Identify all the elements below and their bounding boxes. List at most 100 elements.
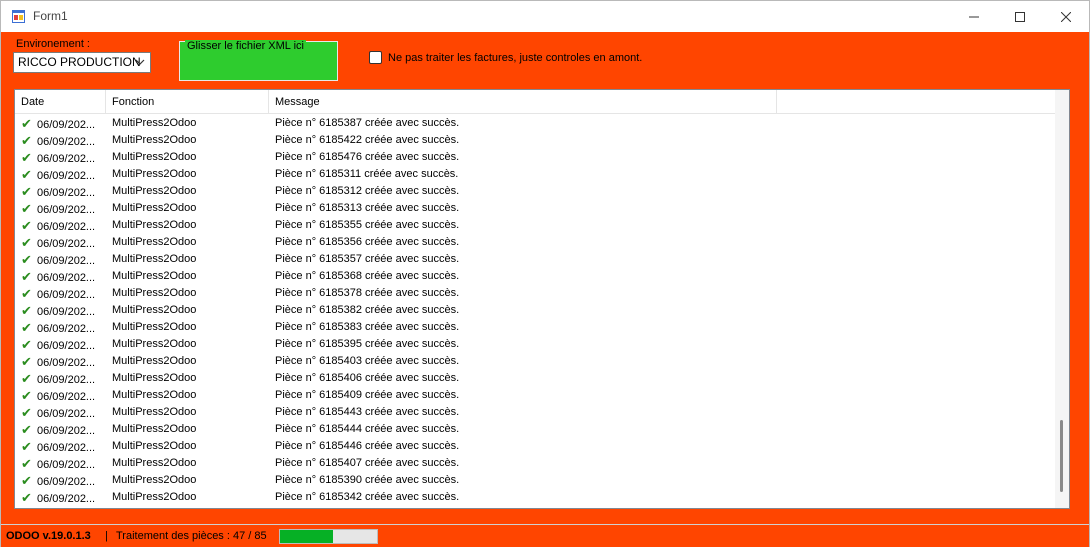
log-date-text: 06/09/202... bbox=[37, 306, 96, 318]
log-message: Pièce n° 6185443 créée avec succès. bbox=[275, 406, 460, 418]
minimize-button[interactable] bbox=[951, 1, 997, 32]
list-item[interactable]: ✔ 06/09/202... MultiPress2Odoo Pièce n° 618… bbox=[15, 353, 1055, 370]
log-function: MultiPress2Odoo bbox=[112, 423, 197, 435]
log-message: Pièce n° 6185357 créée avec succès. bbox=[275, 253, 460, 265]
log-function: MultiPress2Odoo bbox=[112, 389, 197, 401]
column-header-function[interactable]: Fonction bbox=[106, 90, 269, 114]
checkmark-icon: ✔ bbox=[21, 150, 32, 165]
list-item[interactable]: ✔ 06/09/202... MultiPress2Odoo Pièce n° 618… bbox=[15, 387, 1055, 404]
checkmark-icon: ✔ bbox=[21, 456, 32, 471]
log-message: Pièce n° 6185311 créée avec succès. bbox=[275, 168, 459, 180]
log-message: Pièce n° 6185403 créée avec succès. bbox=[275, 355, 460, 367]
controls-only-option[interactable]: Ne pas traiter les factures, juste contr… bbox=[369, 51, 642, 64]
list-item[interactable]: ✔ 06/09/202... MultiPress2Odoo Pièce n° 618… bbox=[15, 370, 1055, 387]
maximize-button[interactable] bbox=[997, 1, 1043, 32]
log-function: MultiPress2Odoo bbox=[112, 321, 197, 333]
log-date-text: 06/09/202... bbox=[37, 374, 96, 386]
log-message: Pièce n° 6185387 créée avec succès. bbox=[275, 117, 460, 129]
checkmark-icon: ✔ bbox=[21, 235, 32, 250]
checkmark-icon: ✔ bbox=[21, 388, 32, 403]
environment-select[interactable]: RICCO PRODUCTION bbox=[13, 52, 151, 73]
log-date-text: 06/09/202... bbox=[37, 119, 96, 131]
log-date-text: 06/09/202... bbox=[37, 476, 96, 488]
list-item[interactable]: ✔ 06/09/202... MultiPress2Odoo Pièce n° 618… bbox=[15, 149, 1055, 166]
list-item[interactable]: ✔ 06/09/202... MultiPress2Odoo Pièce n° 618… bbox=[15, 438, 1055, 455]
checkmark-icon: ✔ bbox=[21, 218, 32, 233]
checkmark-icon: ✔ bbox=[21, 184, 32, 199]
log-date-text: 06/09/202... bbox=[37, 408, 96, 420]
log-function: MultiPress2Odoo bbox=[112, 304, 197, 316]
controls-only-checkbox[interactable] bbox=[369, 51, 382, 64]
list-item[interactable]: ✔ 06/09/202... MultiPress2Odoo Pièce n° 618… bbox=[15, 183, 1055, 200]
log-function: MultiPress2Odoo bbox=[112, 236, 197, 248]
close-button[interactable] bbox=[1043, 1, 1089, 32]
list-item[interactable]: ✔ 06/09/202... MultiPress2Odoo Pièce n° 618… bbox=[15, 404, 1055, 421]
log-date-text: 06/09/202... bbox=[37, 187, 96, 199]
log-function: MultiPress2Odoo bbox=[112, 406, 197, 418]
log-date-text: 06/09/202... bbox=[37, 357, 96, 369]
list-item[interactable]: ✔ 06/09/202... MultiPress2Odoo Pièce n° 618… bbox=[15, 285, 1055, 302]
list-item[interactable]: ✔ 06/09/202... MultiPress2Odoo Pièce n° 618… bbox=[15, 234, 1055, 251]
checkmark-icon: ✔ bbox=[21, 320, 32, 335]
log-function: MultiPress2Odoo bbox=[112, 355, 197, 367]
vertical-scrollbar[interactable] bbox=[1055, 90, 1069, 508]
app-window: Form1 Environement : RICCO PRODUCTION Gl… bbox=[0, 0, 1090, 547]
checkmark-icon: ✔ bbox=[21, 286, 32, 301]
list-item[interactable]: ✔ 06/09/202... MultiPress2Odoo Pièce n° 618… bbox=[15, 115, 1055, 132]
window-title: Form1 bbox=[33, 9, 68, 23]
log-message: Pièce n° 6185406 créée avec succès. bbox=[275, 372, 460, 384]
list-item[interactable]: ✔ 06/09/202... MultiPress2Odoo Pièce n° 618… bbox=[15, 132, 1055, 149]
list-item[interactable]: ✔ 06/09/202... MultiPress2Odoo Pièce n° 618… bbox=[15, 200, 1055, 217]
checkmark-icon: ✔ bbox=[21, 303, 32, 318]
log-message: Pièce n° 6185342 créée avec succès. bbox=[275, 491, 460, 503]
log-date-text: 06/09/202... bbox=[37, 238, 96, 250]
list-item[interactable]: ✔ 06/09/202... MultiPress2Odoo Pièce n° 618… bbox=[15, 268, 1055, 285]
list-item[interactable]: ✔ 06/09/202... MultiPress2Odoo Pièce n° 618… bbox=[15, 251, 1055, 268]
log-date-text: 06/09/202... bbox=[37, 391, 96, 403]
checkmark-icon: ✔ bbox=[21, 252, 32, 267]
log-date-text: 06/09/202... bbox=[37, 323, 96, 335]
list-item[interactable]: ✔ 06/09/202... MultiPress2Odoo Pièce n° 618… bbox=[15, 302, 1055, 319]
checkmark-icon: ✔ bbox=[21, 354, 32, 369]
progress-label: Traitement des pièces : 47 / 85 bbox=[116, 530, 267, 542]
list-item[interactable]: ✔ 06/09/202... MultiPress2Odoo Pièce n° 618… bbox=[15, 421, 1055, 438]
log-message: Pièce n° 6185407 créée avec succès. bbox=[275, 457, 460, 469]
log-message: Pièce n° 6185383 créée avec succès. bbox=[275, 321, 460, 333]
column-header-date[interactable]: Date bbox=[15, 90, 106, 114]
scrollbar-thumb[interactable] bbox=[1060, 420, 1063, 492]
list-item[interactable]: ✔ 06/09/202... MultiPress2Odoo Pièce n° 618… bbox=[15, 217, 1055, 234]
progress-fill bbox=[280, 530, 334, 543]
controls-only-label: Ne pas traiter les factures, juste contr… bbox=[388, 51, 643, 64]
column-header-message[interactable]: Message bbox=[269, 90, 777, 114]
log-date: ✔ 06/09/202... bbox=[21, 489, 106, 508]
progress-bar bbox=[279, 529, 378, 544]
log-message: Pièce n° 6185312 créée avec succès. bbox=[275, 185, 460, 197]
minimize-icon bbox=[969, 16, 979, 17]
checkmark-icon: ✔ bbox=[21, 439, 32, 454]
log-function: MultiPress2Odoo bbox=[112, 474, 197, 486]
log-function: MultiPress2Odoo bbox=[112, 491, 197, 503]
environment-label: Environement : bbox=[16, 38, 90, 50]
log-function: MultiPress2Odoo bbox=[112, 202, 197, 214]
status-bar: ODOO v.19.0.1.3 | Traitement des pièces … bbox=[1, 524, 1089, 547]
log-date-text: 06/09/202... bbox=[37, 153, 96, 165]
log-date-text: 06/09/202... bbox=[37, 340, 96, 352]
app-window-icon bbox=[12, 10, 25, 23]
drop-zone-label: Glisser le fichier XML ici bbox=[185, 40, 306, 52]
log-message: Pièce n° 6185409 créée avec succès. bbox=[275, 389, 460, 401]
log-message: Pièce n° 6185313 créée avec succès. bbox=[275, 202, 460, 214]
list-item[interactable]: ✔ 06/09/202... MultiPress2Odoo Pièce n° 618… bbox=[15, 472, 1055, 489]
log-function: MultiPress2Odoo bbox=[112, 134, 197, 146]
list-item[interactable]: ✔ 06/09/202... MultiPress2Odoo Pièce n° 618… bbox=[15, 489, 1055, 506]
log-message: Pièce n° 6185476 créée avec succès. bbox=[275, 151, 460, 163]
log-function: MultiPress2Odoo bbox=[112, 338, 197, 350]
log-list[interactable]: Date Fonction Message ✔ 06/09/202... Multi… bbox=[14, 89, 1070, 509]
log-function: MultiPress2Odoo bbox=[112, 440, 197, 452]
list-item[interactable]: ✔ 06/09/202... MultiPress2Odoo Pièce n° 618… bbox=[15, 319, 1055, 336]
list-item[interactable]: ✔ 06/09/202... MultiPress2Odoo Pièce n° 618… bbox=[15, 166, 1055, 183]
list-item[interactable]: ✔ 06/09/202... MultiPress2Odoo Pièce n° 618… bbox=[15, 455, 1055, 472]
log-function: MultiPress2Odoo bbox=[112, 270, 197, 282]
log-message: Pièce n° 6185390 créée avec succès. bbox=[275, 474, 460, 486]
list-item[interactable]: ✔ 06/09/202... MultiPress2Odoo Pièce n° 618… bbox=[15, 336, 1055, 353]
title-bar[interactable]: Form1 bbox=[1, 1, 1089, 32]
